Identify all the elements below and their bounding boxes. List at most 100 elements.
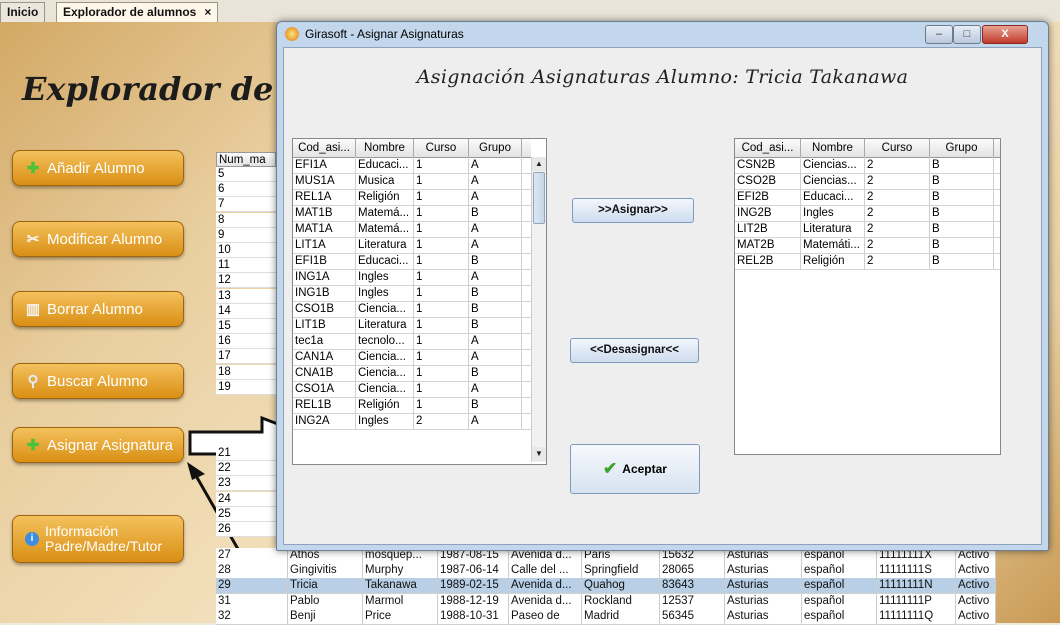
col-nombre[interactable]: Nombre xyxy=(801,139,865,157)
cell: 1 xyxy=(414,221,469,237)
cell: Asturias xyxy=(725,593,802,609)
assign-button[interactable]: >>Asignar>> xyxy=(572,198,694,223)
table-row[interactable]: 31 Pablo Marmol 1988-12-19 Avenida d... Rockl… xyxy=(216,593,996,610)
assigned-subject-row[interactable]: EFI2B Educaci... 2 B xyxy=(735,189,1000,206)
col-grupo[interactable]: Grupo xyxy=(930,139,994,157)
cell: Literatura xyxy=(801,221,865,237)
cell: B xyxy=(469,301,522,317)
table-row[interactable]: 28 Gingivitis Murphy 1987-06-14 Calle del ..… xyxy=(216,563,996,580)
cell: ING2A xyxy=(293,413,356,429)
available-subject-row[interactable]: REL1B Religión 1 B xyxy=(293,397,531,414)
cell: Pablo xyxy=(288,593,363,609)
assigned-subject-row[interactable]: CSN2B Ciencias... 2 B xyxy=(735,157,1000,174)
maximize-button[interactable]: □ xyxy=(953,25,981,44)
cell: Activo xyxy=(956,563,996,579)
cell: 1988-10-31 xyxy=(438,608,509,624)
cell: 56345 xyxy=(660,608,725,624)
cell: Murphy xyxy=(363,563,438,579)
col-curso[interactable]: Curso xyxy=(865,139,930,157)
cell: Literatura xyxy=(356,237,414,253)
cell: LIT1A xyxy=(293,237,356,253)
cell: Religión xyxy=(801,253,865,269)
accept-button[interactable]: ✔ Aceptar xyxy=(570,444,700,494)
bg-num-cell: 24 xyxy=(216,491,276,507)
available-subject-row[interactable]: EFI1B Educaci... 1 B xyxy=(293,253,531,270)
cell: Educaci... xyxy=(356,253,414,269)
cell: Madrid xyxy=(582,608,660,624)
cell: CSO2B xyxy=(735,173,801,189)
minimize-button[interactable]: – xyxy=(925,25,953,44)
col-nombre[interactable]: Nombre xyxy=(356,139,414,157)
cell: Rockland xyxy=(582,593,660,609)
available-scrollbar[interactable]: ▲ ▼ xyxy=(531,157,546,462)
cell: B xyxy=(930,237,994,253)
cell: Ciencia... xyxy=(356,349,414,365)
assigned-subjects-table[interactable]: Cod_asi... Nombre Curso Grupo CSN2B Cienc… xyxy=(734,138,1001,455)
assigned-subject-row[interactable]: MAT2B Matemáti... 2 B xyxy=(735,237,1000,254)
table-row[interactable]: 32 Benji Price 1988-10-31 Paseo de Madrid 5634… xyxy=(216,608,996,625)
cell: MAT1A xyxy=(293,221,356,237)
col-cod-asignatura[interactable]: Cod_asi... xyxy=(735,139,801,157)
col-curso[interactable]: Curso xyxy=(414,139,469,157)
available-subject-row[interactable]: MAT1A Matemá... 1 A xyxy=(293,221,531,238)
available-subject-row[interactable]: REL1A Religión 1 A xyxy=(293,189,531,206)
cell: Avenida d... xyxy=(509,578,582,594)
col-grupo[interactable]: Grupo xyxy=(469,139,522,157)
cell: 1 xyxy=(414,173,469,189)
dialog-titlebar[interactable]: Girasoft - Asignar Asignaturas – □ X xyxy=(277,22,1048,46)
available-subject-row[interactable]: CAN1A Ciencia... 1 A xyxy=(293,349,531,366)
cell: 2 xyxy=(865,253,930,269)
cell: español xyxy=(802,608,877,624)
cell: 1 xyxy=(414,189,469,205)
cell: Educaci... xyxy=(801,189,865,205)
cell: Literatura xyxy=(356,317,414,333)
available-subject-row[interactable]: tec1a tecnolo... 1 A xyxy=(293,333,531,350)
assigned-subject-row[interactable]: ING2B Ingles 2 B xyxy=(735,205,1000,222)
available-subject-row[interactable]: CNA1B Ciencia... 1 B xyxy=(293,365,531,382)
cell: B xyxy=(469,397,522,413)
cell: 31 xyxy=(216,593,288,609)
table-row[interactable]: 29 Tricia Takanawa 1989-02-15 Avenida d... Qu… xyxy=(216,578,996,595)
cell: tec1a xyxy=(293,333,356,349)
cell: Takanawa xyxy=(363,578,438,594)
cell: 1 xyxy=(414,205,469,221)
available-subject-row[interactable]: LIT1A Literatura 1 A xyxy=(293,237,531,254)
cell: Ingles xyxy=(801,205,865,221)
available-subject-row[interactable]: ING2A Ingles 2 A xyxy=(293,413,531,430)
cell: B xyxy=(930,205,994,221)
available-subjects-table[interactable]: Cod_asi... Nombre Curso Grupo EFI1A Educa… xyxy=(292,138,547,465)
cell: Ingles xyxy=(356,285,414,301)
col-cod-asignatura[interactable]: Cod_asi... xyxy=(293,139,356,157)
scroll-thumb[interactable] xyxy=(533,172,545,224)
cell: A xyxy=(469,157,522,173)
cell: A xyxy=(469,333,522,349)
available-subject-row[interactable]: LIT1B Literatura 1 B xyxy=(293,317,531,334)
bg-num-cell: 11 xyxy=(216,258,276,274)
available-subject-row[interactable]: CSO1A Ciencia... 1 A xyxy=(293,381,531,398)
assigned-subject-row[interactable]: CSO2B Ciencias... 2 B xyxy=(735,173,1000,190)
available-subject-row[interactable]: MUS1A Musica 1 A xyxy=(293,173,531,190)
cell: Activo xyxy=(956,593,996,609)
cell: ING1B xyxy=(293,285,356,301)
cell: B xyxy=(930,253,994,269)
unassign-button[interactable]: <<Desasignar<< xyxy=(570,338,699,363)
cell: 83643 xyxy=(660,578,725,594)
cell: CSN2B xyxy=(735,157,801,173)
assigned-subject-row[interactable]: REL2B Religión 2 B xyxy=(735,253,1000,270)
cell: CSO1A xyxy=(293,381,356,397)
scroll-down-icon[interactable]: ▼ xyxy=(532,447,546,461)
available-subject-row[interactable]: ING1A Ingles 1 A xyxy=(293,269,531,286)
bg-num-cell: 7 xyxy=(216,197,276,213)
cell: español xyxy=(802,593,877,609)
cell: 1 xyxy=(414,333,469,349)
assigned-subject-row[interactable]: LIT2B Literatura 2 B xyxy=(735,221,1000,238)
available-subject-row[interactable]: CSO1B Ciencia... 1 B xyxy=(293,301,531,318)
available-subject-row[interactable]: EFI1A Educaci... 1 A xyxy=(293,157,531,174)
cell: REL1B xyxy=(293,397,356,413)
available-subject-row[interactable]: ING1B Ingles 1 B xyxy=(293,285,531,302)
cell: 1988-12-19 xyxy=(438,593,509,609)
close-button[interactable]: X xyxy=(982,25,1028,44)
scroll-up-icon[interactable]: ▲ xyxy=(532,157,546,171)
cell: Ciencia... xyxy=(356,381,414,397)
available-subject-row[interactable]: MAT1B Matemá... 1 B xyxy=(293,205,531,222)
